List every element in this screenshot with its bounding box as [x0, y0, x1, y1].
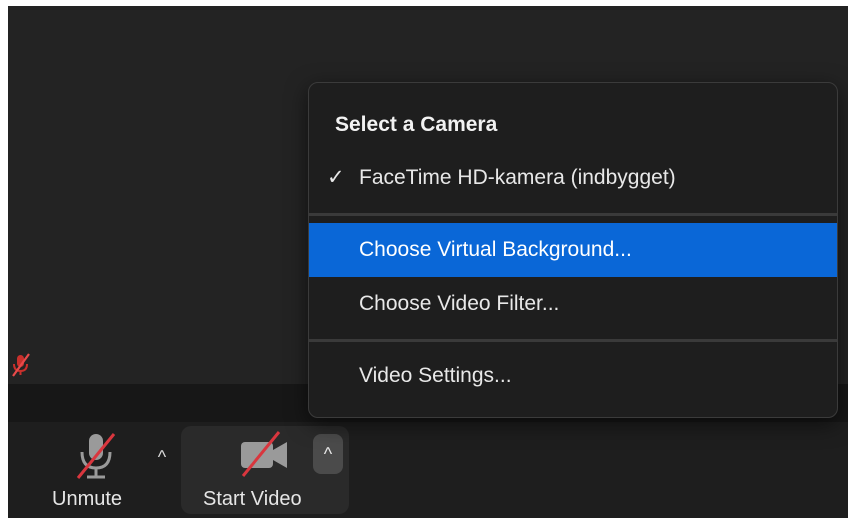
- meeting-window: ^ Unmute ^ Start Video Select a Camera ✓…: [8, 6, 848, 518]
- participant-muted-mic-icon: [10, 352, 32, 378]
- muted-microphone-icon[interactable]: [72, 430, 120, 482]
- menu-item-label: FaceTime HD-kamera (indbygget): [359, 166, 676, 189]
- menu-item-label: Video Settings...: [359, 364, 512, 387]
- video-options-chevron-up-icon[interactable]: ^: [313, 434, 343, 474]
- menu-heading: Select a Camera: [335, 113, 498, 136]
- camera-context-menu: Select a Camera ✓ FaceTime HD-kamera (in…: [308, 82, 838, 418]
- meeting-toolbar: ^ Unmute ^ Start Video: [8, 422, 848, 518]
- menu-item-video-settings[interactable]: Video Settings...: [309, 349, 837, 403]
- menu-item-label: Choose Virtual Background...: [359, 238, 632, 261]
- menu-item-choose-virtual-background[interactable]: Choose Virtual Background...: [309, 223, 837, 277]
- checkmark-icon: ✓: [327, 166, 345, 189]
- start-video-label[interactable]: Start Video: [203, 488, 302, 511]
- start-video-button[interactable]: ^ Start Video: [181, 426, 349, 514]
- menu-item-choose-video-filter[interactable]: Choose Video Filter...: [309, 277, 837, 331]
- menu-separator: [309, 339, 837, 342]
- menu-item-label: Choose Video Filter...: [359, 292, 560, 315]
- audio-options-chevron-up-icon[interactable]: ^: [150, 446, 174, 468]
- menu-item-facetime-camera[interactable]: ✓ FaceTime HD-kamera (indbygget): [309, 151, 837, 205]
- menu-separator: [309, 213, 837, 216]
- unmute-button-label[interactable]: Unmute: [52, 488, 122, 511]
- video-off-camera-icon[interactable]: [235, 430, 293, 480]
- audio-control: ^ Unmute: [42, 422, 182, 518]
